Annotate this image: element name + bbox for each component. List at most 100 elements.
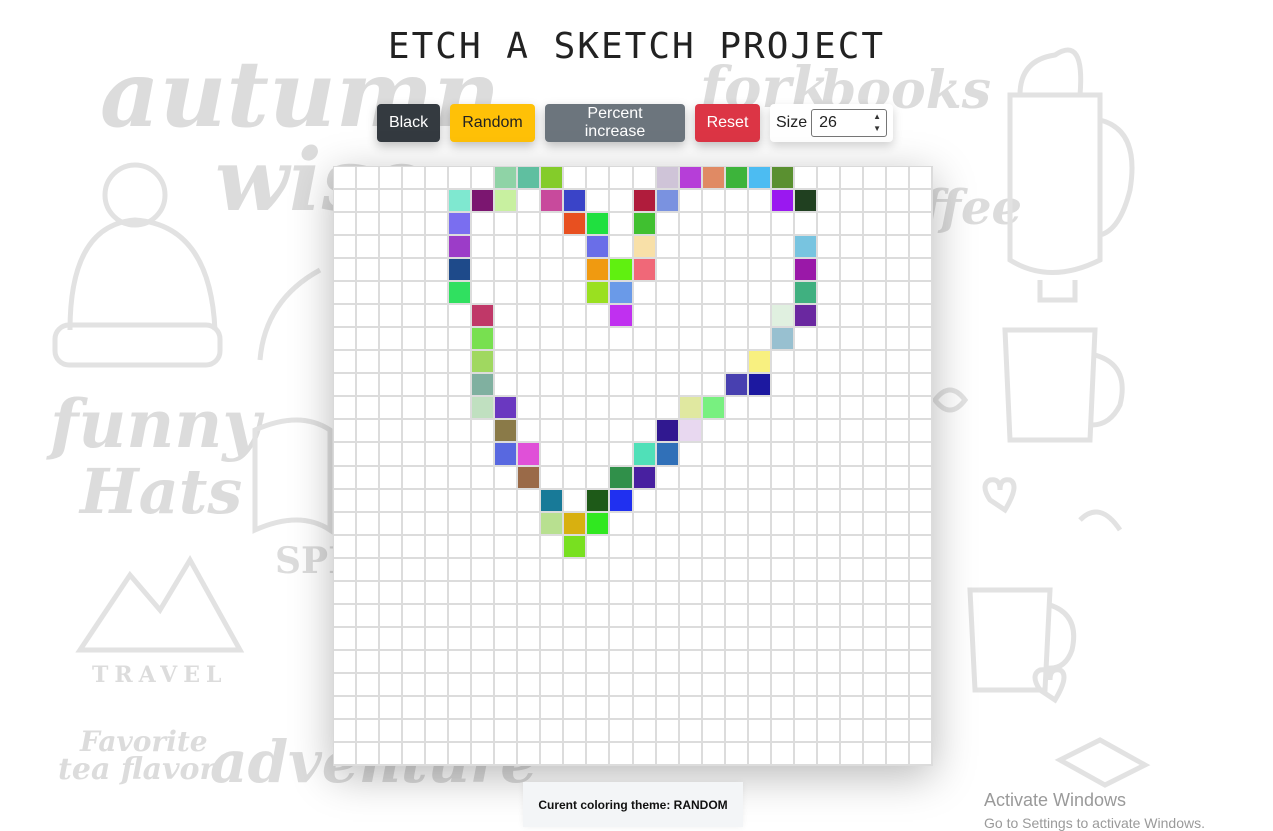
grid-cell[interactable] xyxy=(840,535,864,559)
grid-cell[interactable] xyxy=(518,213,542,237)
grid-cell[interactable] xyxy=(495,604,519,628)
grid-cell[interactable] xyxy=(357,374,381,398)
grid-cell[interactable] xyxy=(472,558,496,582)
grid-cell[interactable] xyxy=(679,328,703,352)
grid-cell[interactable] xyxy=(495,558,519,582)
grid-cell[interactable] xyxy=(426,328,450,352)
grid-cell[interactable] xyxy=(702,328,726,352)
grid-cell[interactable] xyxy=(771,627,795,651)
grid-cell[interactable] xyxy=(771,719,795,743)
grid-cell[interactable] xyxy=(541,535,565,559)
grid-cell[interactable] xyxy=(656,259,680,283)
grid-cell[interactable] xyxy=(771,397,795,421)
grid-cell[interactable] xyxy=(748,719,772,743)
grid-cell[interactable] xyxy=(840,374,864,398)
grid-cell[interactable] xyxy=(909,190,933,214)
grid-cell[interactable] xyxy=(679,167,703,191)
grid-cell[interactable] xyxy=(863,259,887,283)
grid-cell[interactable] xyxy=(886,167,910,191)
grid-cell[interactable] xyxy=(909,489,933,513)
grid-cell[interactable] xyxy=(564,673,588,697)
grid-cell[interactable] xyxy=(863,443,887,467)
grid-cell[interactable] xyxy=(840,558,864,582)
grid-cell[interactable] xyxy=(610,397,634,421)
grid-cell[interactable] xyxy=(518,397,542,421)
grid-cell[interactable] xyxy=(863,351,887,375)
grid-cell[interactable] xyxy=(380,512,404,536)
grid-cell[interactable] xyxy=(472,466,496,490)
grid-cell[interactable] xyxy=(495,328,519,352)
grid-cell[interactable] xyxy=(380,742,404,766)
grid-cell[interactable] xyxy=(449,213,473,237)
grid-cell[interactable] xyxy=(610,259,634,283)
grid-cell[interactable] xyxy=(702,581,726,605)
grid-cell[interactable] xyxy=(449,719,473,743)
grid-cell[interactable] xyxy=(771,374,795,398)
grid-cell[interactable] xyxy=(748,512,772,536)
grid-cell[interactable] xyxy=(702,374,726,398)
grid-cell[interactable] xyxy=(426,466,450,490)
grid-cell[interactable] xyxy=(587,558,611,582)
grid-cell[interactable] xyxy=(771,305,795,329)
grid-cell[interactable] xyxy=(357,742,381,766)
grid-cell[interactable] xyxy=(426,581,450,605)
grid-cell[interactable] xyxy=(909,742,933,766)
grid-cell[interactable] xyxy=(817,236,841,260)
grid-cell[interactable] xyxy=(587,719,611,743)
random-button[interactable]: Random xyxy=(450,104,535,142)
grid-cell[interactable] xyxy=(771,282,795,306)
grid-cell[interactable] xyxy=(403,259,427,283)
grid-cell[interactable] xyxy=(495,305,519,329)
grid-cell[interactable] xyxy=(472,512,496,536)
grid-cell[interactable] xyxy=(541,604,565,628)
grid-cell[interactable] xyxy=(495,213,519,237)
grid-cell[interactable] xyxy=(403,167,427,191)
grid-cell[interactable] xyxy=(702,696,726,720)
grid-cell[interactable] xyxy=(633,328,657,352)
grid-cell[interactable] xyxy=(357,397,381,421)
grid-cell[interactable] xyxy=(817,305,841,329)
grid-cell[interactable] xyxy=(817,719,841,743)
grid-cell[interactable] xyxy=(357,719,381,743)
grid-cell[interactable] xyxy=(380,190,404,214)
grid-cell[interactable] xyxy=(518,282,542,306)
grid-cell[interactable] xyxy=(403,512,427,536)
grid-cell[interactable] xyxy=(794,259,818,283)
grid-cell[interactable] xyxy=(794,742,818,766)
grid-cell[interactable] xyxy=(610,489,634,513)
grid-cell[interactable] xyxy=(886,236,910,260)
grid-cell[interactable] xyxy=(518,604,542,628)
grid-cell[interactable] xyxy=(472,489,496,513)
grid-cell[interactable] xyxy=(334,512,358,536)
grid-cell[interactable] xyxy=(426,397,450,421)
grid-cell[interactable] xyxy=(426,213,450,237)
grid-cell[interactable] xyxy=(426,190,450,214)
grid-cell[interactable] xyxy=(357,305,381,329)
grid-cell[interactable] xyxy=(771,466,795,490)
grid-cell[interactable] xyxy=(840,167,864,191)
grid-cell[interactable] xyxy=(587,259,611,283)
grid-cell[interactable] xyxy=(679,558,703,582)
grid-cell[interactable] xyxy=(587,443,611,467)
grid-cell[interactable] xyxy=(403,397,427,421)
grid-cell[interactable] xyxy=(633,190,657,214)
grid-cell[interactable] xyxy=(748,397,772,421)
grid-cell[interactable] xyxy=(495,167,519,191)
grid-cell[interactable] xyxy=(564,190,588,214)
grid-cell[interactable] xyxy=(679,213,703,237)
grid-cell[interactable] xyxy=(679,397,703,421)
grid-cell[interactable] xyxy=(817,489,841,513)
grid-cell[interactable] xyxy=(518,650,542,674)
grid-cell[interactable] xyxy=(748,167,772,191)
grid-cell[interactable] xyxy=(472,213,496,237)
grid-cell[interactable] xyxy=(633,443,657,467)
grid-cell[interactable] xyxy=(357,213,381,237)
grid-cell[interactable] xyxy=(886,535,910,559)
grid-cell[interactable] xyxy=(656,190,680,214)
grid-cell[interactable] xyxy=(449,512,473,536)
grid-cell[interactable] xyxy=(771,328,795,352)
grid-cell[interactable] xyxy=(863,489,887,513)
grid-cell[interactable] xyxy=(840,742,864,766)
grid-cell[interactable] xyxy=(886,627,910,651)
grid-cell[interactable] xyxy=(610,420,634,444)
